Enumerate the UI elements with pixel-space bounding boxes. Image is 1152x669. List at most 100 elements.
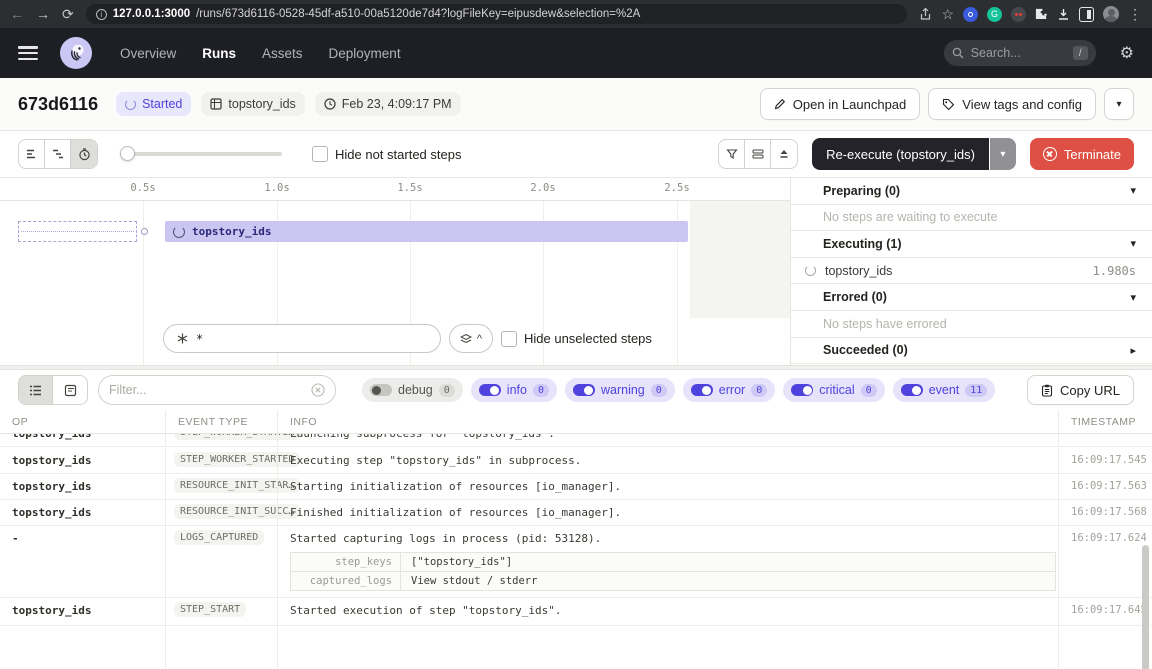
zoom-slider[interactable] (122, 152, 282, 156)
level-chip-error[interactable]: error 0 (683, 378, 775, 402)
clear-filter-icon[interactable] (311, 383, 325, 397)
hide-not-started-checkbox[interactable] (312, 146, 328, 162)
global-search-input[interactable]: Search... / (944, 40, 1096, 66)
side-panel-icon[interactable] (1079, 7, 1094, 22)
section-preparing-header[interactable]: Preparing (0) ▾ (791, 178, 1152, 205)
copy-url-button[interactable]: Copy URL (1027, 375, 1134, 405)
log-row[interactable]: topstory_ids STEP_START Started executio… (0, 598, 1152, 626)
view-tags-and-config-button[interactable]: View tags and config (928, 88, 1096, 120)
url-host: 127.0.0.1:3000 (113, 8, 190, 20)
spinner-icon (805, 265, 816, 276)
gantt-future-region (690, 201, 790, 318)
section-succeeded-header[interactable]: Succeeded (0) ▸ (791, 338, 1152, 365)
level-chip-critical[interactable]: critical 0 (783, 378, 884, 402)
dagster-logo[interactable] (60, 37, 92, 69)
back-icon[interactable]: ← (10, 7, 24, 21)
step-duration: 1.980s (1093, 264, 1136, 278)
column-header-timestamp: TIMESTAMP (1058, 410, 1152, 433)
run-datetime-tag: Feb 23, 4:09:17 PM (315, 92, 461, 116)
log-row-clipped[interactable]: topstory_ids STEP_WORKER_STARTI… Launchi… (0, 434, 1152, 448)
nav-item-deployment[interactable]: Deployment (329, 46, 401, 61)
log-filter-bar: debug 0 info 0 warning 0 error 0 critica… (0, 370, 1152, 410)
axis-tick: 2.5s (664, 182, 689, 194)
toggle-on-icon (901, 384, 923, 396)
reload-icon[interactable]: ⟳ (62, 7, 74, 21)
run-status-badge: Started (116, 92, 191, 116)
log-row[interactable]: topstory_ids RESOURCE_INIT_SUCC… Finishe… (0, 500, 1152, 526)
flat-view-icon[interactable] (19, 140, 45, 168)
site-info-icon[interactable]: i (96, 9, 107, 20)
log-row[interactable]: topstory_ids STEP_WORKER_STARTED Executi… (0, 448, 1152, 474)
event-type-badge: LOGS_CAPTURED (174, 530, 264, 545)
browser-menu-icon[interactable]: ⋮ (1128, 7, 1142, 21)
downloads-icon[interactable] (1057, 8, 1070, 21)
chevron-down-icon: ▾ (1116, 99, 1121, 110)
extension-icon[interactable] (1011, 7, 1026, 22)
search-shortcut-key: / (1073, 46, 1088, 60)
clipboard-icon (1041, 384, 1053, 397)
step-selection-input[interactable]: * (163, 324, 441, 353)
section-errored-header[interactable]: Errored (0) ▾ (791, 284, 1152, 311)
view-stdout-stderr-link[interactable]: View stdout / stderr (401, 572, 1055, 590)
url-bar[interactable]: i 127.0.0.1:3000/runs/673d6116-0528-45df… (86, 4, 908, 24)
log-table-empty-space (0, 626, 1152, 669)
job-tag[interactable]: topstory_ids (201, 92, 304, 116)
column-header-op: OP (0, 410, 165, 433)
nav-item-assets[interactable]: Assets (262, 46, 303, 61)
grammarly-extension-icon[interactable]: G (987, 7, 1002, 22)
reexecute-dropdown-button[interactable]: ▾ (990, 138, 1016, 170)
zoom-slider-knob[interactable] (120, 146, 135, 161)
executing-step-row[interactable]: topstory_ids 1.980s (791, 258, 1152, 285)
waterfall-view-icon[interactable] (45, 140, 71, 168)
caret-down-icon: ▾ (1130, 291, 1136, 304)
toggle-on-icon (479, 384, 501, 396)
caret-up-icon: ^ (477, 333, 482, 345)
selection-presets-button[interactable]: ^ (449, 324, 493, 353)
log-scrollbar-thumb[interactable] (1142, 545, 1149, 669)
rows-layout-icon[interactable] (745, 140, 771, 168)
axis-tick: 0.5s (130, 182, 155, 194)
forward-icon[interactable]: → (36, 7, 50, 21)
settings-gear-icon[interactable]: ⚙ (1120, 43, 1134, 63)
reexecute-button[interactable]: Re-execute (topstory_ids) (812, 138, 989, 170)
nav-item-overview[interactable]: Overview (120, 46, 176, 61)
run-startup-dashed-box (18, 221, 137, 242)
axis-tick: 2.0s (530, 182, 555, 194)
open-in-launchpad-button[interactable]: Open in Launchpad (760, 88, 920, 120)
log-filter-input-wrapper (98, 375, 336, 405)
timed-view-icon[interactable] (71, 140, 97, 168)
column-header-info: INFO (277, 410, 1058, 433)
level-chip-info[interactable]: info 0 (471, 378, 557, 402)
dependency-connector-dot (141, 228, 148, 235)
log-row[interactable]: topstory_ids RESOURCE_INIT_STAR… Startin… (0, 474, 1152, 500)
filter-funnel-icon[interactable] (719, 140, 745, 168)
run-header-more-button[interactable]: ▾ (1104, 88, 1134, 120)
caret-down-icon: ▾ (1130, 237, 1136, 250)
section-preparing-empty: No steps are waiting to execute (791, 205, 1152, 232)
section-executing-header[interactable]: Executing (1) ▾ (791, 231, 1152, 258)
level-chip-debug[interactable]: debug 0 (362, 378, 463, 402)
level-chip-event[interactable]: event 11 (893, 378, 996, 402)
bookmark-star-icon[interactable]: ☆ (941, 7, 954, 21)
caret-right-icon: ▸ (1130, 344, 1136, 357)
toggle-on-icon (573, 384, 595, 396)
spinner-icon (173, 226, 185, 238)
hide-unselected-checkbox[interactable] (501, 331, 517, 347)
extensions-puzzle-icon[interactable] (1035, 8, 1048, 21)
eject-collapse-icon[interactable] (771, 140, 797, 168)
list-view-icon[interactable] (19, 376, 53, 404)
run-header: 673d6116 Started topstory_ids Feb 23, 4:… (0, 78, 1152, 131)
level-chip-warning[interactable]: warning 0 (565, 378, 675, 402)
log-table-header: OP EVENT TYPE INFO TIMESTAMP (0, 410, 1152, 434)
nav-item-runs[interactable]: Runs (202, 46, 236, 61)
gantt-toolbar: Hide not started steps Re-execute (topst… (0, 131, 1152, 178)
log-row-logs-captured[interactable]: - LOGS_CAPTURED Started capturing logs i… (0, 526, 1152, 598)
share-icon[interactable] (919, 8, 932, 21)
structured-view-icon[interactable] (53, 376, 87, 404)
gantt-bar-topstory-ids[interactable]: topstory_ids (165, 221, 688, 242)
hamburger-menu-icon[interactable] (18, 46, 38, 60)
password-manager-extension-icon[interactable] (963, 7, 978, 22)
terminate-button[interactable]: Terminate (1030, 138, 1134, 170)
browser-profile-avatar[interactable] (1103, 6, 1119, 22)
log-filter-input[interactable] (109, 383, 305, 397)
